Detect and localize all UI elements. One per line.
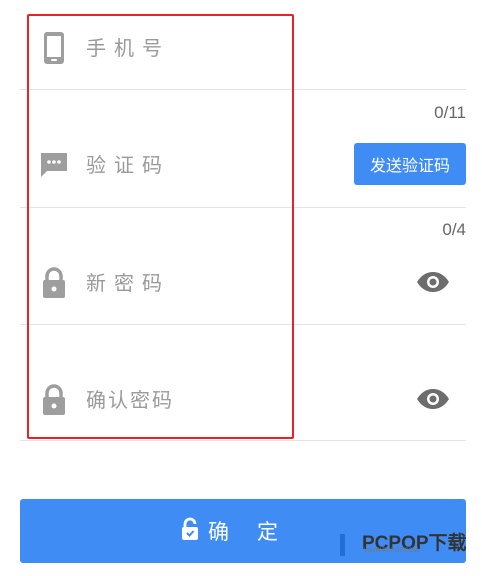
phone-field-row [20, 18, 466, 78]
unlock-icon [180, 517, 200, 545]
watermark-p-icon [328, 524, 362, 558]
watermark-logo: PCPOP下载 WWW.PCPOP.COM [328, 524, 467, 558]
new-password-field-row [20, 253, 466, 313]
toggle-visibility-eye-icon[interactable] [416, 388, 450, 410]
divider [20, 207, 466, 208]
divider [20, 324, 466, 325]
confirm-password-field-row [20, 370, 466, 430]
send-code-button[interactable]: 发送验证码 [354, 143, 466, 185]
lock-icon [36, 265, 72, 301]
toggle-visibility-eye-icon[interactable] [416, 271, 450, 293]
divider [20, 440, 466, 441]
verification-code-input[interactable] [86, 145, 286, 185]
code-char-counter: 0/4 [442, 220, 466, 239]
lock-icon [36, 382, 72, 418]
divider [20, 89, 466, 90]
watermark-subtext: WWW.PCPOP.COM [364, 548, 419, 554]
confirm-button-label: 确定 [208, 520, 306, 544]
message-icon [36, 147, 72, 183]
confirm-password-input[interactable] [86, 380, 286, 420]
phone-input[interactable] [86, 28, 286, 68]
new-password-input[interactable] [86, 263, 286, 303]
smartphone-icon [36, 30, 72, 66]
phone-char-counter: 0/11 [434, 103, 466, 122]
